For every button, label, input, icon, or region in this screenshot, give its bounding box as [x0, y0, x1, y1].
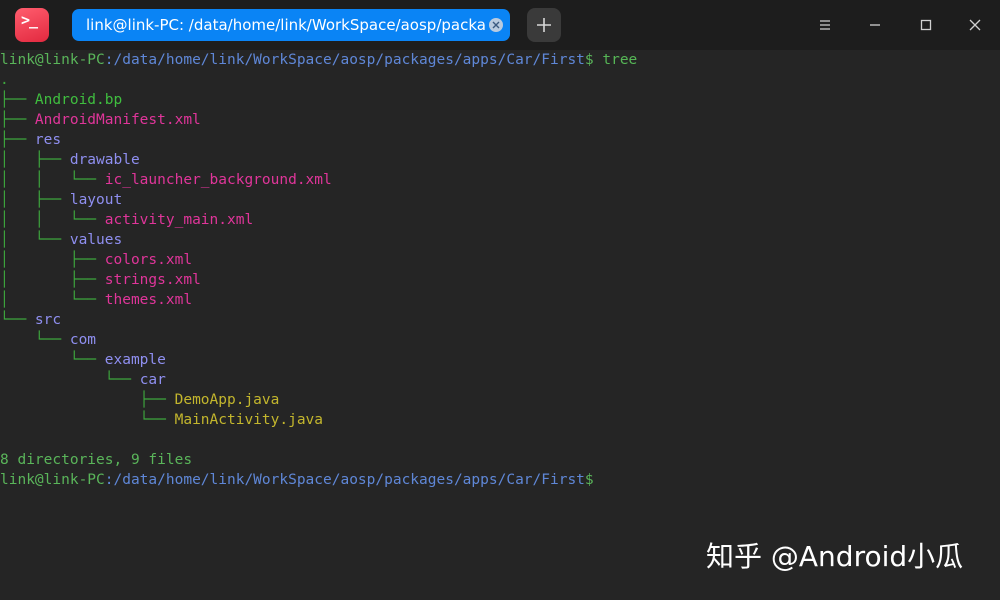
prompt-line: link@link-PC:/data/home/link/WorkSpace/a… [0, 50, 637, 70]
tree-root: . [0, 72, 9, 88]
tree-directory-name: drawable [69, 152, 140, 168]
prompt-path: :/data/home/link/WorkSpace/aosp/packages… [104, 52, 585, 68]
tree-branch: ├── [0, 112, 35, 128]
tree-branch: │ ├── [0, 192, 70, 208]
tree-entry: │ │ └── ic_launcher_background.xml [0, 170, 332, 190]
tree-branch: └── [0, 312, 35, 328]
tree-branch: │ ├── [0, 152, 70, 168]
tree-branch: └── [0, 372, 140, 388]
tab-title: link@link-PC: /data/home/link/WorkSpace/… [86, 16, 486, 34]
title-bar: >_ link@link-PC: /data/home/link/WorkSpa… [0, 0, 1000, 50]
tree-entry: └── com [0, 330, 96, 350]
tree-branch: │ │ └── [0, 172, 105, 188]
tree-branch: └── [0, 352, 105, 368]
tree-directory-name: res [34, 132, 62, 148]
tree-summary: 8 directories, 9 files [0, 452, 193, 468]
tab-terminal[interactable]: link@link-PC: /data/home/link/WorkSpace/… [72, 9, 510, 41]
menu-button[interactable] [812, 12, 838, 38]
terminal-icon-glyph: >_ [21, 11, 38, 29]
tree-entry: │ └── values [0, 230, 122, 250]
tree-directory-name: com [69, 332, 97, 348]
add-tab-button[interactable] [527, 8, 561, 42]
minimize-icon [870, 24, 880, 26]
tree-entry: ├── Android.bp [0, 90, 122, 110]
tree-branch: └── [0, 412, 175, 428]
tree-entry: │ ├── colors.xml [0, 250, 192, 270]
tree-file-name: ic_launcher_background.xml [104, 172, 332, 188]
tree-directory-name: example [104, 352, 166, 368]
tree-entry: ├── AndroidManifest.xml [0, 110, 201, 130]
tree-branch: ├── [0, 392, 175, 408]
tree-entry: │ │ └── activity_main.xml [0, 210, 253, 230]
tree-branch: ├── [0, 92, 35, 108]
tree-entry: │ ├── layout [0, 190, 122, 210]
command-text: tree [593, 52, 638, 68]
menu-icon [820, 20, 830, 30]
tree-entry: └── example [0, 350, 166, 370]
tree-entry: │ ├── strings.xml [0, 270, 201, 290]
terminal-icon[interactable]: >_ [15, 8, 49, 42]
tree-entry: └── MainActivity.java [0, 410, 323, 430]
tree-file-name: AndroidManifest.xml [34, 112, 201, 128]
prompt-path: :/data/home/link/WorkSpace/aosp/packages… [104, 472, 585, 488]
tree-file-name: strings.xml [104, 272, 201, 288]
maximize-button[interactable] [913, 12, 939, 38]
tree-file-name: themes.xml [104, 292, 193, 308]
tree-directory-name: layout [69, 192, 123, 208]
prompt-user: link@link-PC [0, 52, 105, 68]
tab-close-icon[interactable] [489, 18, 503, 32]
terminal-window: >_ link@link-PC: /data/home/link/WorkSpa… [0, 0, 1000, 600]
maximize-icon [920, 19, 932, 31]
prompt-symbol: $ [584, 472, 594, 488]
prompt-symbol: $ [584, 52, 594, 68]
tree-file-name: DemoApp.java [174, 392, 280, 408]
tree-file-name: MainActivity.java [174, 412, 324, 428]
tree-file-name: colors.xml [104, 252, 193, 268]
tree-entry: │ └── themes.xml [0, 290, 192, 310]
tree-branch: └── [0, 332, 70, 348]
tree-branch: │ ├── [0, 252, 105, 268]
tree-branch: │ └── [0, 232, 70, 248]
tree-entry: │ ├── drawable [0, 150, 140, 170]
minimize-button[interactable] [862, 12, 888, 38]
tree-directory-name: car [139, 372, 166, 388]
prompt-line-current: link@link-PC:/data/home/link/WorkSpace/a… [0, 470, 594, 490]
tree-entry: └── src [0, 310, 61, 330]
prompt-user: link@link-PC [0, 472, 105, 488]
tree-entry: ├── DemoApp.java [0, 390, 280, 410]
tree-directory-name: src [34, 312, 62, 328]
terminal-output[interactable]: link@link-PC:/data/home/link/WorkSpace/a… [0, 50, 1000, 600]
watermark: 知乎 @Android小瓜 [706, 540, 964, 573]
tree-file-name: activity_main.xml [104, 212, 254, 228]
tree-entry: ├── res [0, 130, 61, 150]
tree-branch: │ └── [0, 292, 105, 308]
close-button[interactable] [962, 12, 988, 38]
tree-branch: ├── [0, 132, 35, 148]
tree-directory-name: values [69, 232, 123, 248]
tree-branch: │ │ └── [0, 212, 105, 228]
tree-entry: └── car [0, 370, 166, 390]
close-icon [969, 19, 981, 31]
tree-branch: │ ├── [0, 272, 105, 288]
tree-file-name: Android.bp [34, 92, 123, 108]
plus-icon [537, 18, 551, 32]
